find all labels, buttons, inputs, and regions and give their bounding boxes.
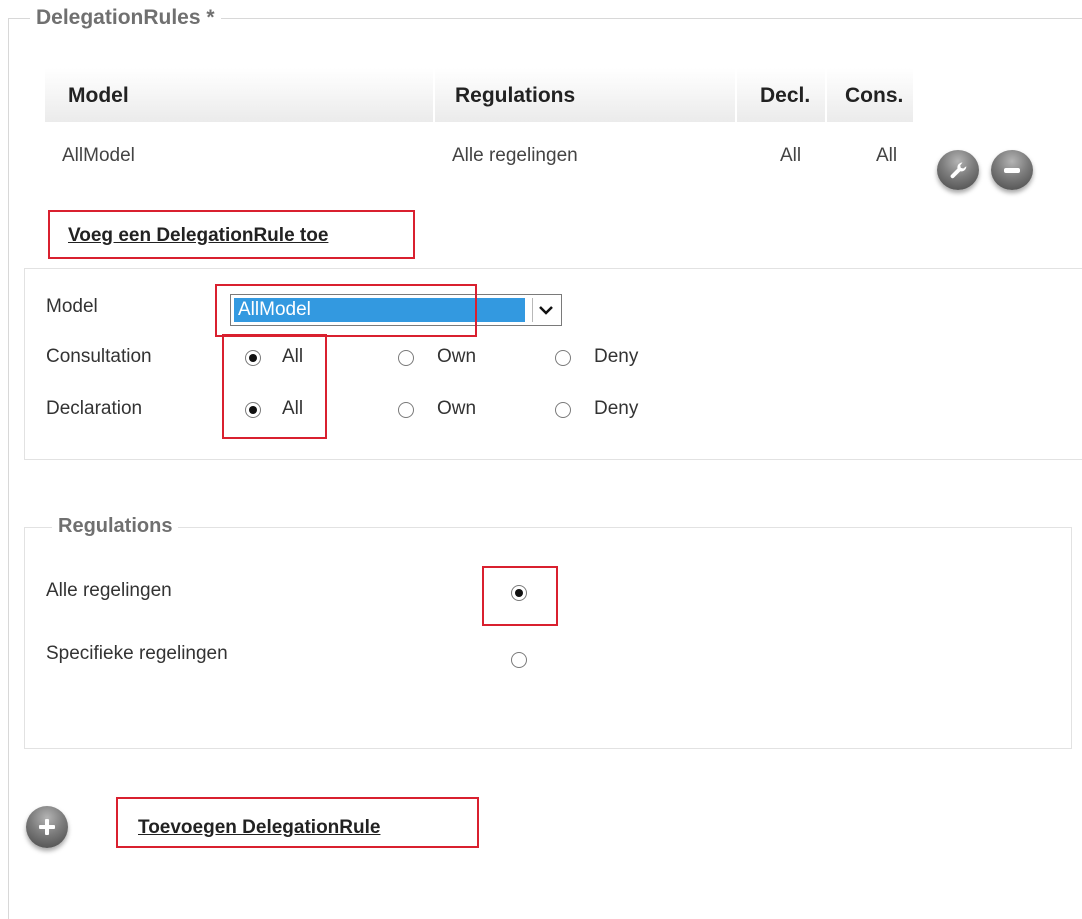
column-separator: [735, 68, 737, 122]
header-regulations[interactable]: Regulations: [455, 84, 575, 108]
consultation-deny-radio[interactable]: [555, 350, 571, 366]
delegation-rules-legend: DelegationRules *: [30, 6, 221, 30]
specifieke-regelingen-radio[interactable]: [511, 652, 527, 668]
regulations-legend: Regulations: [52, 515, 179, 538]
toevoegen-delegation-rule-link[interactable]: Toevoegen DelegationRule: [138, 817, 380, 839]
cell-model: AllModel: [62, 145, 135, 166]
declaration-own-radio[interactable]: [398, 402, 414, 418]
highlight-box: [222, 334, 327, 439]
cell-decl: All: [780, 145, 802, 166]
edit-button[interactable]: [937, 150, 979, 190]
chevron-down-icon[interactable]: [532, 298, 559, 322]
cell-regulations: Alle regelingen: [452, 145, 578, 166]
declaration-deny-radio[interactable]: [555, 402, 571, 418]
plus-icon: [39, 819, 55, 835]
declaration-label: Declaration: [46, 398, 143, 419]
minus-icon: [1004, 167, 1020, 173]
add-delegation-rule-link[interactable]: Voeg een DelegationRule toe: [68, 225, 328, 247]
wrench-icon: [950, 162, 967, 179]
header-cons[interactable]: Cons.: [845, 84, 903, 108]
consultation-label: Consultation: [46, 346, 152, 367]
declaration-deny-label: Deny: [594, 398, 639, 419]
alle-regelingen-label: Alle regelingen: [46, 580, 172, 601]
column-separator: [433, 68, 435, 122]
model-label: Model: [46, 296, 98, 317]
cell-cons: All: [876, 145, 898, 166]
highlight-box: [215, 284, 477, 337]
regulations-fieldset: [24, 527, 1072, 749]
remove-button[interactable]: [991, 150, 1033, 190]
header-model[interactable]: Model: [68, 84, 129, 108]
header-decl[interactable]: Decl.: [760, 84, 810, 108]
consultation-deny-label: Deny: [594, 346, 639, 367]
specifieke-regelingen-label: Specifieke regelingen: [46, 643, 228, 664]
consultation-own-label: Own: [437, 346, 477, 367]
declaration-own-label: Own: [437, 398, 477, 419]
highlight-box: [482, 566, 558, 626]
consultation-own-radio[interactable]: [398, 350, 414, 366]
add-button[interactable]: [26, 806, 68, 848]
column-separator: [825, 68, 827, 122]
